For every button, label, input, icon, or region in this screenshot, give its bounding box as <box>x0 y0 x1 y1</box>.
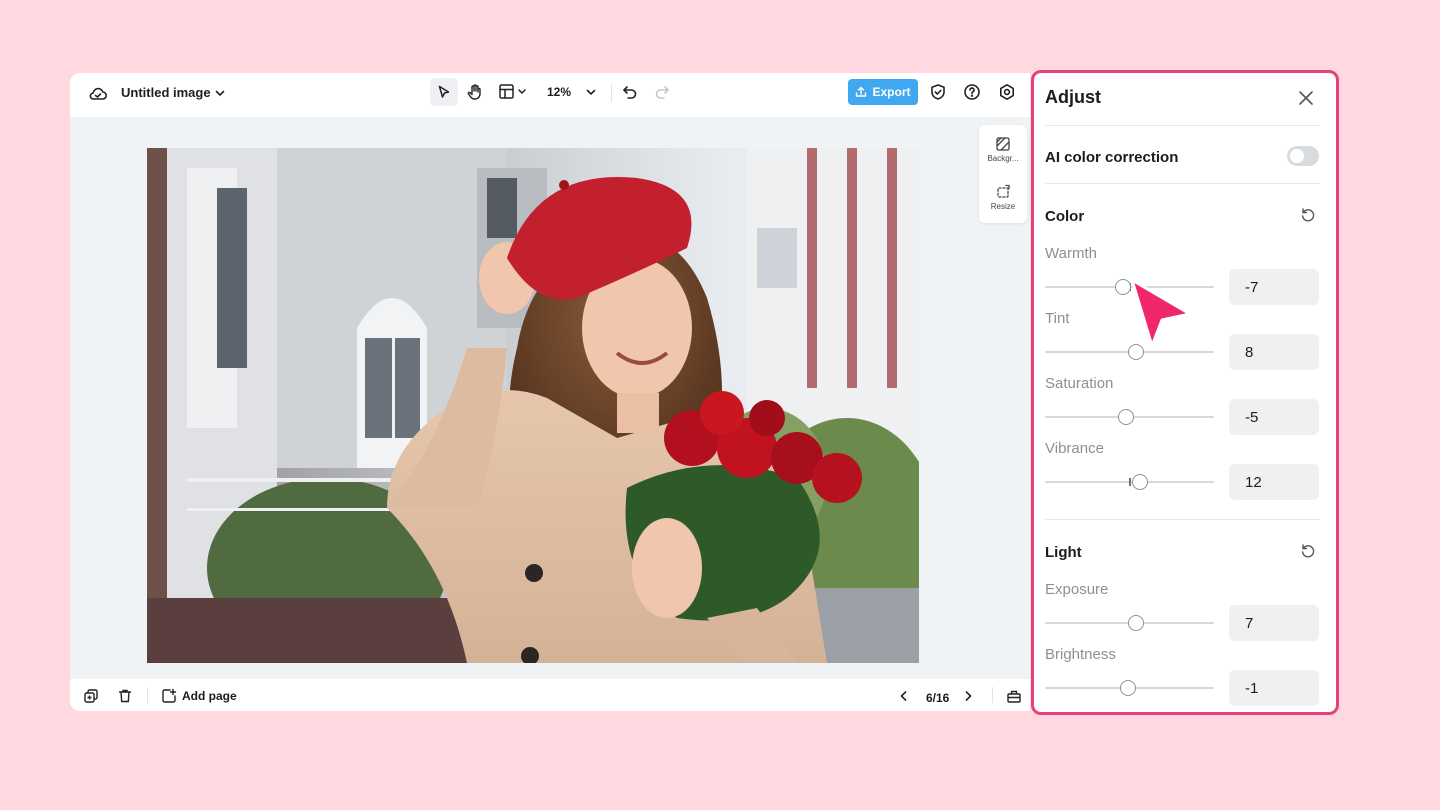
chevron-down-icon[interactable] <box>584 85 598 99</box>
briefcase-icon[interactable] <box>1005 687 1023 705</box>
side-tools-panel: Backgr... Resize <box>979 125 1027 223</box>
select-tool-button[interactable] <box>430 78 458 106</box>
document-title[interactable]: Untitled image <box>121 85 211 100</box>
tint-label: Tint <box>1045 310 1069 327</box>
exposure-slider[interactable] <box>1045 615 1214 631</box>
vibrance-label: Vibrance <box>1045 440 1104 457</box>
warmth-label: Warmth <box>1045 245 1097 262</box>
toggle-knob <box>1290 149 1304 163</box>
resize-icon <box>979 183 1027 201</box>
editor-window: Untitled image 12% Export <box>70 73 1030 711</box>
divider <box>1045 183 1320 184</box>
background-tool-label: Backgr... <box>979 154 1027 163</box>
slider-thumb[interactable] <box>1120 680 1136 696</box>
chevron-down-icon[interactable] <box>213 86 227 100</box>
color-section-title: Color <box>1045 208 1084 225</box>
toolbar-divider <box>147 687 148 703</box>
add-page-label: Add page <box>182 689 237 703</box>
pointer-cursor-icon <box>1128 276 1194 352</box>
resize-tool-button[interactable]: Resize <box>979 183 1027 211</box>
light-section-title: Light <box>1045 544 1082 561</box>
hand-tool-button[interactable] <box>464 81 486 103</box>
saturation-value-input[interactable]: -5 <box>1229 399 1319 435</box>
reset-light-icon[interactable] <box>1299 542 1317 560</box>
toolbar-divider <box>611 84 612 102</box>
zoom-level[interactable]: 12% <box>547 85 571 99</box>
slider-thumb[interactable] <box>1132 474 1148 490</box>
help-icon[interactable] <box>962 82 982 102</box>
background-icon <box>979 135 1027 153</box>
ai-color-correction-toggle[interactable] <box>1287 146 1319 166</box>
chevron-left-icon[interactable] <box>896 688 912 704</box>
warmth-value-input[interactable]: -7 <box>1229 269 1319 305</box>
vibrance-value-input[interactable]: 12 <box>1229 464 1319 500</box>
canvas-area[interactable]: Backgr... Resize <box>70 117 1030 679</box>
slider-thumb[interactable] <box>1128 615 1144 631</box>
adjust-panel: Adjust AI color correction Color Warmth … <box>1031 70 1339 715</box>
export-label: Export <box>872 85 910 99</box>
redo-icon[interactable] <box>652 82 672 102</box>
ai-color-correction-label: AI color correction <box>1045 149 1178 166</box>
chevron-right-icon[interactable] <box>960 688 976 704</box>
vibrance-slider[interactable] <box>1045 474 1214 490</box>
page-indicator: 6/16 <box>926 691 949 705</box>
saturation-label: Saturation <box>1045 375 1113 392</box>
trash-icon[interactable] <box>116 687 134 705</box>
exposure-label: Exposure <box>1045 581 1108 598</box>
saturation-slider[interactable] <box>1045 409 1214 425</box>
brightness-value-input[interactable]: -1 <box>1229 670 1319 706</box>
gear-icon[interactable] <box>997 82 1017 102</box>
add-page-button[interactable]: Add page <box>161 687 237 705</box>
undo-icon[interactable] <box>620 82 640 102</box>
duplicate-page-icon[interactable] <box>82 687 100 705</box>
toolbar-divider <box>992 687 993 703</box>
brightness-slider[interactable] <box>1045 680 1214 696</box>
brightness-label: Brightness <box>1045 646 1116 663</box>
top-toolbar: Untitled image 12% Export <box>70 73 1030 117</box>
slider-center-tick <box>1129 478 1131 486</box>
shield-icon[interactable] <box>928 82 948 102</box>
panel-title: Adjust <box>1045 87 1101 108</box>
layout-menu-button[interactable] <box>498 82 530 102</box>
add-page-icon <box>161 688 177 704</box>
canvas-photo[interactable] <box>147 148 919 663</box>
cloud-sync-icon[interactable] <box>88 84 108 104</box>
reset-color-icon[interactable] <box>1299 206 1317 224</box>
divider <box>1045 519 1320 520</box>
close-icon[interactable] <box>1296 88 1316 108</box>
background-tool-button[interactable]: Backgr... <box>979 135 1027 163</box>
divider <box>1045 125 1320 126</box>
tint-value-input[interactable]: 8 <box>1229 334 1319 370</box>
slider-thumb[interactable] <box>1118 409 1134 425</box>
exposure-value-input[interactable]: 7 <box>1229 605 1319 641</box>
bottom-toolbar: Add page 6/16 <box>70 679 1030 711</box>
export-icon <box>855 86 867 98</box>
resize-tool-label: Resize <box>979 202 1027 211</box>
export-button[interactable]: Export <box>848 79 918 105</box>
